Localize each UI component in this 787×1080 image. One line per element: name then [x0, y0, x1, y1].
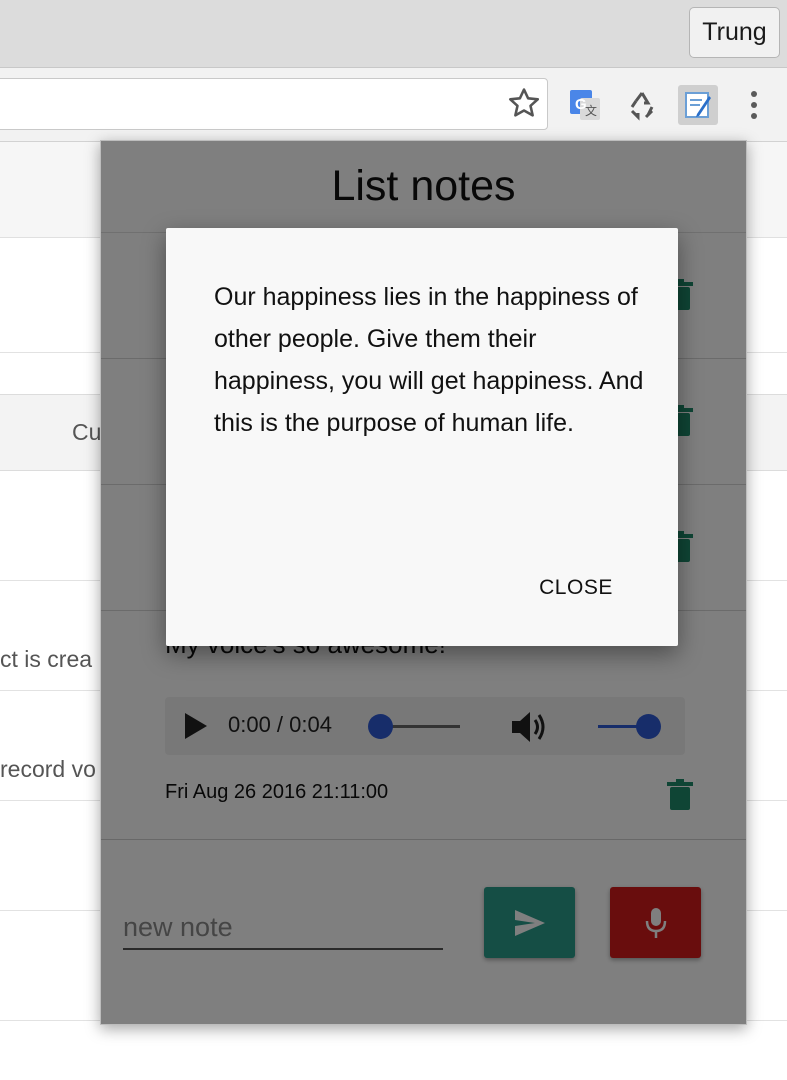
recycle-icon[interactable] [622, 85, 662, 125]
page-fragment-3: record vo [0, 756, 96, 782]
dialog-message: Our happiness lies in the happiness of o… [214, 283, 644, 437]
notes-extension-icon[interactable] [678, 85, 718, 125]
browser-titlebar: Trung [0, 0, 787, 68]
browser-menu-icon[interactable] [742, 88, 766, 122]
close-button[interactable]: CLOSE [526, 576, 626, 604]
profile-button[interactable]: Trung [689, 7, 780, 58]
note-dialog: Our happiness lies in the happiness of o… [166, 228, 678, 646]
browser-toolbar: G 文 [0, 68, 787, 142]
google-translate-icon[interactable]: G 文 [565, 85, 605, 125]
page-fragment-2: ct is crea [0, 646, 93, 672]
bookmark-star-icon[interactable] [507, 86, 541, 120]
address-bar[interactable] [0, 78, 548, 130]
svg-text:文: 文 [585, 103, 597, 118]
page-fragment-1: Cu [72, 419, 102, 445]
